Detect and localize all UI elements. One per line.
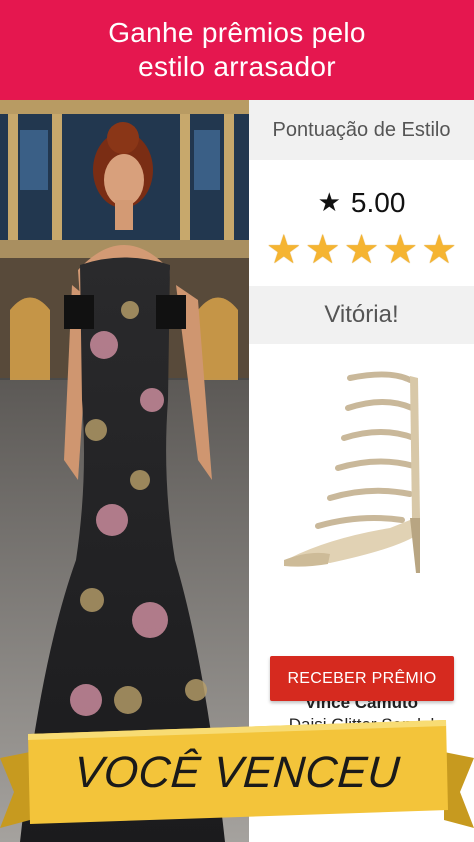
winner-banner: VOCÊ VENCEU (0, 700, 474, 842)
rating-star-icon: ★ (343, 228, 380, 272)
claim-reward-button[interactable]: RECEBER PRÊMIO (270, 656, 454, 701)
rating-star-icon: ★ (421, 228, 458, 272)
star-icon: ★ (317, 187, 341, 217)
style-score: ★ 5.00 (249, 180, 474, 225)
star-rating: ★ ★ ★ ★ ★ (249, 228, 474, 272)
rating-star-icon: ★ (304, 228, 341, 272)
glitter-sandal-image (284, 371, 420, 573)
promo-header-line-2: estilo arrasador (138, 51, 336, 82)
victory-label: Vitória! (249, 286, 474, 344)
promo-header: Ganhe prêmios pelo estilo arrasador (0, 0, 474, 100)
rating-star-icon: ★ (382, 228, 419, 272)
style-score-label: Pontuação de Estilo (249, 100, 474, 160)
style-score-value: 5.00 (350, 186, 406, 218)
winner-banner-text: VOCÊ VENCEU (72, 748, 402, 797)
rating-star-icon: ★ (265, 228, 302, 272)
promo-header-line-1: Ganhe prêmios pelo (108, 17, 366, 48)
